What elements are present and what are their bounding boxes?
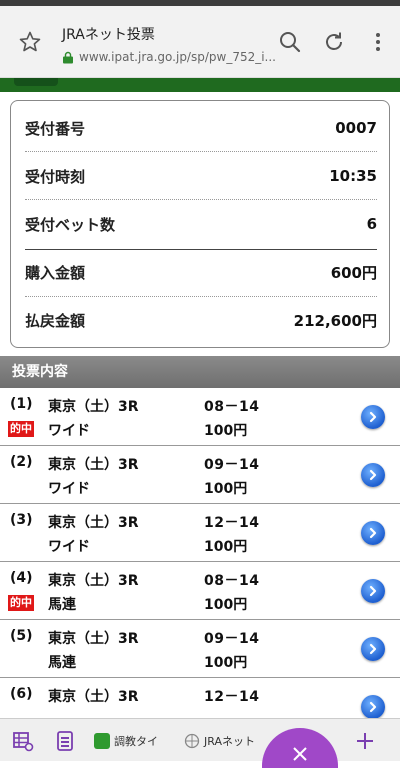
chevron-right-icon xyxy=(369,643,377,655)
bet-combination: 12－14 xyxy=(204,515,260,531)
bet-amount: 100円 xyxy=(204,481,248,497)
payout-amount-label: 払戻金額 xyxy=(25,311,86,330)
url-bar[interactable]: www.ipat.jra.go.jp/sp/pw_752_i... xyxy=(62,50,276,64)
chevron-right-icon xyxy=(369,411,377,423)
chevron-right-icon xyxy=(369,701,377,713)
chevron-right-icon xyxy=(369,469,377,481)
browser-tab-2-label: JRAネット xyxy=(204,735,255,748)
bet-combination: 09－14 xyxy=(204,631,260,647)
detail-arrow-button[interactable] xyxy=(361,579,385,603)
payout-amount-row: 払戻金額 212,600円 xyxy=(25,301,377,339)
bet-amount: 100円 xyxy=(204,539,248,555)
divider xyxy=(25,296,377,297)
bet-number: (4) xyxy=(10,570,33,586)
bet-type: 馬連 xyxy=(48,597,76,613)
detail-arrow-button[interactable] xyxy=(361,521,385,545)
browser-toolbar: JRAネット投票 www.ipat.jra.go.jp/sp/pw_752_i.… xyxy=(0,6,400,78)
bet-number: (2) xyxy=(10,454,33,470)
bet-row[interactable]: (3) 東京（土）3R 12－14 ワイド 100円 xyxy=(0,504,400,562)
bookmark-star-icon[interactable] xyxy=(18,30,42,54)
receipt-time-value: 10:35 xyxy=(329,167,377,185)
bet-row[interactable]: (1) 東京（土）3R 08－14 的中 ワイド 100円 xyxy=(0,388,400,446)
section-header: 投票内容 xyxy=(0,356,400,388)
bet-combination: 09－14 xyxy=(204,457,260,473)
more-menu-icon[interactable] xyxy=(364,28,392,56)
bet-number: (5) xyxy=(10,628,33,644)
purchase-amount-value: 600円 xyxy=(330,263,377,282)
new-tab-plus-icon[interactable] xyxy=(354,730,376,752)
bet-number: (6) xyxy=(10,686,33,702)
bet-type: ワイド xyxy=(48,423,90,439)
hit-badge: 的中 xyxy=(8,421,34,437)
hit-badge: 的中 xyxy=(8,595,34,611)
close-icon xyxy=(293,747,307,761)
page-title: JRAネット投票 xyxy=(62,27,155,43)
receipt-number-row: 受付番号 0007 xyxy=(25,109,377,147)
receipt-time-row: 受付時刻 10:35 xyxy=(25,157,377,195)
bet-race: 東京（土）3R xyxy=(48,515,139,531)
bet-type: ワイド xyxy=(48,539,90,555)
receipt-time-label: 受付時刻 xyxy=(25,167,86,186)
detail-arrow-button[interactable] xyxy=(361,463,385,487)
bet-combination: 08－14 xyxy=(204,399,260,415)
bet-count-label: 受付ベット数 xyxy=(25,215,116,234)
bet-race: 東京（土）3R xyxy=(48,631,139,647)
bet-race: 東京（土）3R xyxy=(48,573,139,589)
bet-row[interactable]: (2) 東京（土）3R 09－14 ワイド 100円 xyxy=(0,446,400,504)
divider xyxy=(25,249,377,250)
divider xyxy=(25,151,377,152)
search-icon[interactable] xyxy=(276,28,304,56)
browser-tab-1[interactable]: 調教タイ xyxy=(94,727,174,755)
bet-amount: 100円 xyxy=(204,423,248,439)
payout-amount-value: 212,600円 xyxy=(293,311,377,330)
site-header-bar xyxy=(0,78,400,92)
purchase-amount-label: 購入金額 xyxy=(25,263,86,282)
bet-count-value: 6 xyxy=(366,215,377,233)
bet-race: 東京（土）3R xyxy=(48,689,139,705)
detail-arrow-button[interactable] xyxy=(361,637,385,661)
bet-race: 東京（土）3R xyxy=(48,399,139,415)
receipt-summary: 受付番号 0007 受付時刻 10:35 受付ベット数 6 購入金額 600円 … xyxy=(10,100,390,348)
receipt-number-value: 0007 xyxy=(335,119,377,137)
chevron-right-icon xyxy=(369,527,377,539)
bet-number: (3) xyxy=(10,512,33,528)
browser-tab-2[interactable]: JRAネット xyxy=(184,727,256,755)
browser-tab-1-label: 調教タイ xyxy=(114,735,158,748)
tabs-list-icon[interactable] xyxy=(54,730,76,752)
bottom-tab-bar: 調教タイ JRAネット xyxy=(0,718,400,761)
url-text: www.ipat.jra.go.jp/sp/pw_752_i... xyxy=(79,50,276,64)
bet-amount: 100円 xyxy=(204,597,248,613)
lock-icon xyxy=(63,51,73,63)
header-tab[interactable] xyxy=(14,78,58,86)
bet-race: 東京（土）3R xyxy=(48,457,139,473)
purchase-amount-row: 購入金額 600円 xyxy=(25,253,377,291)
receipt-number-label: 受付番号 xyxy=(25,119,86,138)
bet-row[interactable]: (4) 東京（土）3R 08－14 的中 馬連 100円 xyxy=(0,562,400,620)
bet-type: ワイド xyxy=(48,481,90,497)
tab-favicon-icon xyxy=(94,733,110,749)
chevron-right-icon xyxy=(369,585,377,597)
bet-amount: 100円 xyxy=(204,655,248,671)
detail-arrow-button[interactable] xyxy=(361,695,385,719)
bet-number: (1) xyxy=(10,396,33,412)
globe-icon xyxy=(184,733,200,749)
bet-row[interactable]: (5) 東京（土）3R 09－14 馬連 100円 xyxy=(0,620,400,678)
bet-combination: 08－14 xyxy=(204,573,260,589)
divider xyxy=(25,199,377,200)
reload-icon[interactable] xyxy=(320,28,348,56)
detail-arrow-button[interactable] xyxy=(361,405,385,429)
bet-count-row: 受付ベット数 6 xyxy=(25,205,377,243)
bet-type: 馬連 xyxy=(48,655,76,671)
bet-combination: 12－14 xyxy=(204,689,260,705)
grid-settings-icon[interactable] xyxy=(12,730,34,752)
